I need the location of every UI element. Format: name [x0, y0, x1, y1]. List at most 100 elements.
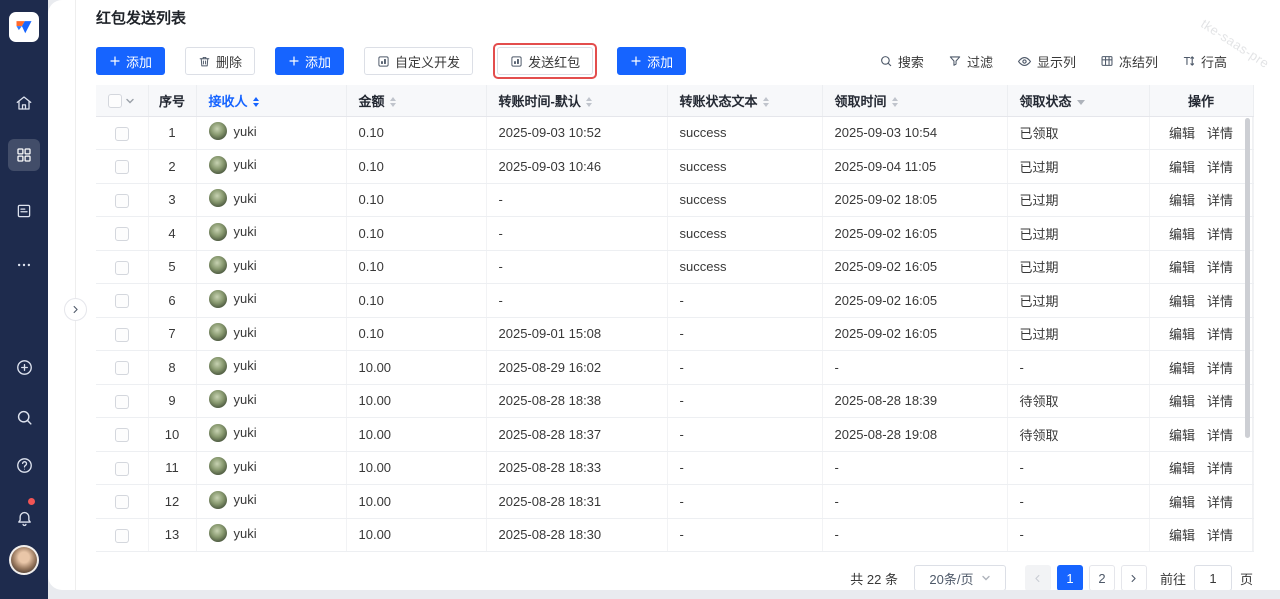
sidebar-item-notifications[interactable]: [8, 502, 40, 534]
row-checkbox[interactable]: [115, 227, 129, 241]
delete-button[interactable]: 删除: [185, 47, 255, 75]
select-all-checkbox[interactable]: [108, 94, 122, 108]
add-button-1[interactable]: 添加: [96, 47, 165, 75]
sort-icon[interactable]: [586, 97, 592, 107]
detail-action[interactable]: 详情: [1207, 495, 1233, 510]
sidebar-item-add[interactable]: [8, 351, 40, 383]
edit-action[interactable]: 编辑: [1169, 361, 1195, 376]
header-claim-time[interactable]: 领取时间: [822, 85, 1007, 116]
row-checkbox[interactable]: [115, 261, 129, 275]
table-scrollbar[interactable]: [1245, 118, 1250, 438]
cell-recipient: yuki: [196, 183, 346, 217]
cell-transfer-time: -: [486, 284, 667, 318]
edit-action[interactable]: 编辑: [1169, 428, 1195, 443]
edit-action[interactable]: 编辑: [1169, 227, 1195, 242]
add-button-2[interactable]: 添加: [275, 47, 344, 75]
prev-page-button[interactable]: [1025, 565, 1051, 590]
row-checkbox[interactable]: [115, 194, 129, 208]
sidebar-item-apps[interactable]: [8, 139, 40, 171]
next-page-button[interactable]: [1121, 565, 1147, 590]
detail-action[interactable]: 详情: [1207, 428, 1233, 443]
detail-action[interactable]: 详情: [1207, 394, 1233, 409]
header-transfer-status[interactable]: 转账状态文本: [667, 85, 822, 116]
cell-actions: 编辑详情: [1149, 485, 1253, 519]
row-checkbox[interactable]: [115, 428, 129, 442]
sidebar-item-search[interactable]: [8, 401, 40, 433]
row-checkbox[interactable]: [115, 495, 129, 509]
panel-divider: [75, 0, 76, 590]
add-button-3[interactable]: 添加: [617, 47, 686, 75]
detail-action[interactable]: 详情: [1207, 160, 1233, 175]
cell-actions: 编辑详情: [1149, 116, 1253, 150]
row-checkbox[interactable]: [115, 328, 129, 342]
header-recipient[interactable]: 接收人: [196, 85, 346, 116]
table-row: 4yuki0.10-success2025-09-02 16:05已过期编辑详情: [96, 217, 1253, 251]
goto-page-input[interactable]: [1194, 565, 1232, 590]
edit-action[interactable]: 编辑: [1169, 495, 1195, 510]
cell-select: [96, 183, 148, 217]
page-button-2[interactable]: 2: [1089, 565, 1115, 590]
edit-action[interactable]: 编辑: [1169, 160, 1195, 175]
custom-dev-button[interactable]: 自定义开发: [364, 47, 473, 75]
row-checkbox[interactable]: [115, 361, 129, 375]
detail-action[interactable]: 详情: [1207, 227, 1233, 242]
sort-icon[interactable]: [390, 97, 396, 107]
row-checkbox[interactable]: [115, 160, 129, 174]
sidebar-item-documents[interactable]: [8, 195, 40, 227]
detail-action[interactable]: 详情: [1207, 260, 1233, 275]
send-redpacket-button[interactable]: 发送红包: [497, 47, 593, 75]
sort-icon[interactable]: [763, 97, 769, 107]
edit-action[interactable]: 编辑: [1169, 193, 1195, 208]
edit-action[interactable]: 编辑: [1169, 528, 1195, 543]
cell-actions: 编辑详情: [1149, 518, 1253, 552]
select-dropdown-icon[interactable]: [125, 96, 135, 106]
cell-actions: 编辑详情: [1149, 351, 1253, 385]
tool-label: 显示列: [1037, 52, 1076, 71]
edit-action[interactable]: 编辑: [1169, 294, 1195, 309]
app-logo[interactable]: [9, 12, 39, 42]
cell-index: 1: [148, 116, 196, 150]
detail-action[interactable]: 详情: [1207, 361, 1233, 376]
cell-transfer-status: success: [667, 217, 822, 251]
sort-icon[interactable]: [253, 97, 259, 107]
detail-action[interactable]: 详情: [1207, 193, 1233, 208]
detail-action[interactable]: 详情: [1207, 327, 1233, 342]
show-columns-tool[interactable]: 显示列: [1017, 52, 1076, 71]
row-checkbox[interactable]: [115, 529, 129, 543]
cell-recipient: yuki: [196, 116, 346, 150]
detail-action[interactable]: 详情: [1207, 294, 1233, 309]
page-size-select[interactable]: 20条/页: [914, 565, 1006, 590]
chevron-left-icon: [1032, 573, 1043, 584]
edit-action[interactable]: 编辑: [1169, 461, 1195, 476]
edit-action[interactable]: 编辑: [1169, 327, 1195, 342]
header-transfer-time[interactable]: 转账时间-默认: [486, 85, 667, 116]
detail-action[interactable]: 详情: [1207, 528, 1233, 543]
sidebar-item-more[interactable]: [8, 249, 40, 281]
expand-panel-button[interactable]: [64, 298, 87, 321]
sort-icon[interactable]: [892, 97, 898, 107]
sidebar-item-help[interactable]: [8, 449, 40, 481]
header-claim-status[interactable]: 领取状态: [1007, 85, 1149, 116]
cell-actions: 编辑详情: [1149, 217, 1253, 251]
search-tool[interactable]: 搜索: [879, 52, 924, 71]
row-height-tool[interactable]: 行高: [1182, 52, 1227, 71]
edit-action[interactable]: 编辑: [1169, 126, 1195, 141]
detail-action[interactable]: 详情: [1207, 126, 1233, 141]
row-checkbox[interactable]: [115, 395, 129, 409]
detail-action[interactable]: 详情: [1207, 461, 1233, 476]
edit-action[interactable]: 编辑: [1169, 394, 1195, 409]
cell-claim-status: 已过期: [1007, 250, 1149, 284]
header-amount[interactable]: 金额: [346, 85, 486, 116]
user-avatar[interactable]: [9, 545, 39, 575]
freeze-columns-tool[interactable]: 冻结列: [1100, 52, 1158, 71]
page-button-1[interactable]: 1: [1057, 565, 1083, 590]
table-row: 3yuki0.10-success2025-09-02 18:05已过期编辑详情: [96, 183, 1253, 217]
filter-tool[interactable]: 过滤: [948, 52, 993, 71]
row-checkbox[interactable]: [115, 127, 129, 141]
row-checkbox[interactable]: [115, 462, 129, 476]
row-checkbox[interactable]: [115, 294, 129, 308]
cell-claim-status: 已过期: [1007, 284, 1149, 318]
sidebar-item-home[interactable]: [8, 87, 40, 119]
edit-action[interactable]: 编辑: [1169, 260, 1195, 275]
filter-dropdown-icon[interactable]: [1077, 100, 1085, 105]
